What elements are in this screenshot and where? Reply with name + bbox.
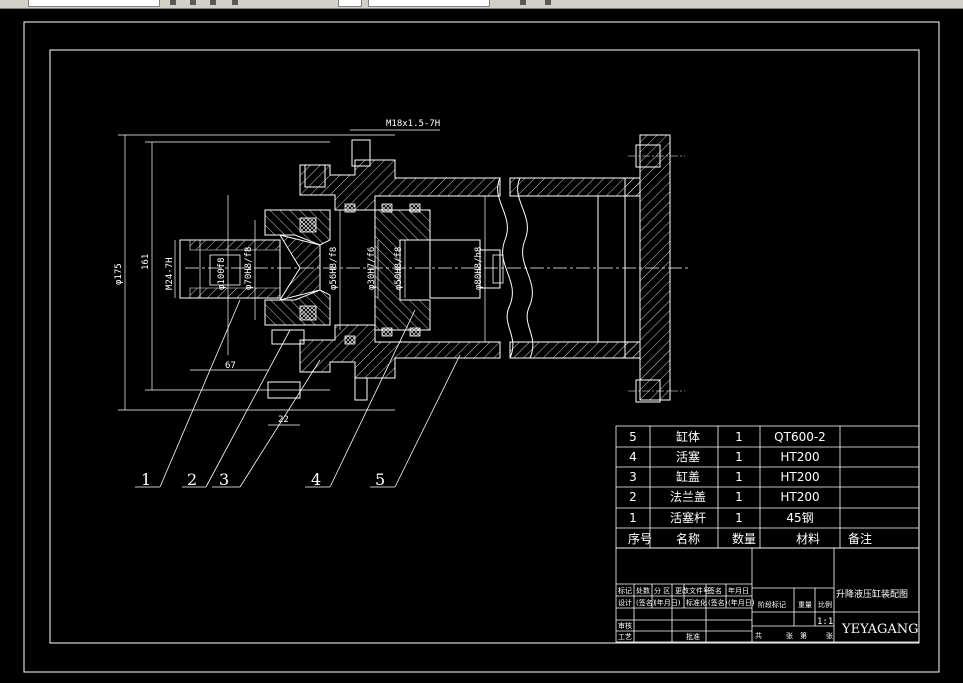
row4-no: 4	[629, 450, 637, 464]
tb-row2-5: (年月日)	[728, 598, 755, 607]
row2-name: 法兰盖	[670, 490, 706, 504]
drawing-canvas[interactable]: M18x1.5-7H φ175 161 M24-7H φ100f8 φ70H8/…	[0, 9, 963, 683]
dim-thread-top: M18x1.5-7H	[386, 119, 440, 129]
header-material: 材料	[796, 532, 820, 546]
dim-len67: 67	[225, 361, 236, 371]
tb-row1-2: 分 区	[654, 586, 670, 595]
header-note: 备注	[848, 531, 872, 546]
cad-toolbar	[0, 0, 963, 9]
dim-m24: M24-7H	[165, 257, 175, 290]
tb-company: YEYAGANG	[841, 622, 919, 637]
header-no: 序号	[628, 531, 652, 546]
tb-row1-3: 更改文件号	[675, 586, 710, 595]
piston-rod	[179, 234, 504, 301]
row3-no: 3	[629, 470, 637, 484]
row2-material: HT200	[780, 490, 819, 504]
linetype-icon[interactable]	[210, 0, 216, 5]
row3-material: HT200	[780, 470, 819, 484]
tb-row1-0: 标记	[618, 586, 632, 595]
tb-sheet-no: 第	[800, 631, 807, 640]
header-name: 名称	[676, 531, 700, 546]
tb-sheets: 共	[755, 631, 762, 640]
dim-d80: φ80H8/h8	[474, 247, 484, 290]
row5-qty: 1	[735, 430, 743, 444]
row5-material: QT600-2	[774, 430, 826, 444]
pan-icon[interactable]	[520, 0, 526, 5]
row4-name: 活塞	[676, 449, 700, 464]
balloon-4: 4	[311, 470, 321, 489]
tb-row1-5: 年月日	[728, 586, 749, 595]
title-block-main-text: 1:1 升降液压缸装配图 YEYAGANG	[817, 588, 919, 637]
row4-material: HT200	[780, 450, 819, 464]
layer-dropdown[interactable]	[28, 0, 160, 7]
tb-row2-0: 设计	[618, 598, 632, 607]
row3-qty: 1	[735, 470, 743, 484]
tb-stage-mark: 阶段标记	[758, 600, 786, 609]
tb-row2-3: 标准化	[686, 598, 707, 607]
row5-no: 5	[629, 430, 637, 444]
tb-review: 审核	[618, 621, 632, 630]
lineweight-icon[interactable]	[232, 0, 238, 5]
row1-no: 1	[629, 511, 637, 525]
row3-name: 缸盖	[676, 469, 700, 484]
color-dropdown[interactable]	[338, 0, 362, 7]
dim-d70: φ70H8/f8	[244, 247, 254, 290]
parts-list	[615, 425, 920, 549]
drawing-svg: M18x1.5-7H φ175 161 M24-7H φ100f8 φ70H8/…	[23, 21, 940, 673]
tb-row1-4: 签名	[708, 586, 722, 595]
cylinder-body	[299, 134, 685, 403]
tb-process: 工艺	[618, 633, 632, 641]
zoom-icon[interactable]	[545, 0, 551, 5]
row5-name: 缸体	[676, 429, 700, 444]
row1-material: 45钢	[786, 511, 813, 525]
row4-qty: 1	[735, 450, 743, 464]
tb-row2-4: (签名)	[708, 598, 728, 607]
balloon-1: 1	[141, 470, 151, 489]
row1-name: 活塞杆	[670, 510, 706, 525]
balloon-labels: 1 2 3 4 5	[141, 470, 385, 489]
balloon-2: 2	[187, 470, 197, 489]
balloon-5: 5	[375, 470, 385, 489]
tb-approve: 批准	[686, 632, 700, 641]
layer-icon[interactable]	[170, 0, 176, 5]
color-icon[interactable]	[190, 0, 196, 5]
tb-row1-1: 处数	[636, 586, 650, 595]
dim-d161: 161	[141, 254, 151, 270]
tb-sheet-word: 张	[786, 631, 793, 640]
parts-list-text: 5 缸体 1 QT600-2 4 活塞 1 HT200 3 缸盖 1 HT200…	[628, 429, 872, 546]
dim-d100: φ100f8	[217, 257, 227, 290]
dim-d56: φ56H8/f8	[329, 247, 339, 290]
header-qty: 数量	[732, 531, 756, 546]
row1-qty: 1	[735, 511, 743, 525]
dim-d50: φ50H8/f8	[394, 247, 404, 290]
row2-no: 2	[629, 490, 637, 504]
tb-sheet-word2: 张	[826, 631, 833, 640]
row2-qty: 1	[735, 490, 743, 504]
tb-scale-label: 比例	[818, 600, 832, 609]
tb-title: 升降液压缸装配图	[836, 588, 908, 600]
linetype-dropdown[interactable]	[368, 0, 490, 7]
dim-d30: φ30H7/f6	[367, 247, 377, 290]
balloon-3: 3	[219, 470, 229, 489]
tb-row2-1: (签名)	[636, 598, 656, 607]
dim-d175: φ175	[114, 263, 124, 285]
tb-row2-2: (年月日)	[654, 598, 681, 607]
title-block-text: 标记 处数 分 区 更改文件号 签名 年月日 设计 (签名) (年月日) 标准化…	[618, 586, 833, 641]
piston	[344, 203, 431, 345]
tb-scale: 1:1	[817, 617, 833, 627]
tb-weight: 重量	[798, 601, 812, 609]
